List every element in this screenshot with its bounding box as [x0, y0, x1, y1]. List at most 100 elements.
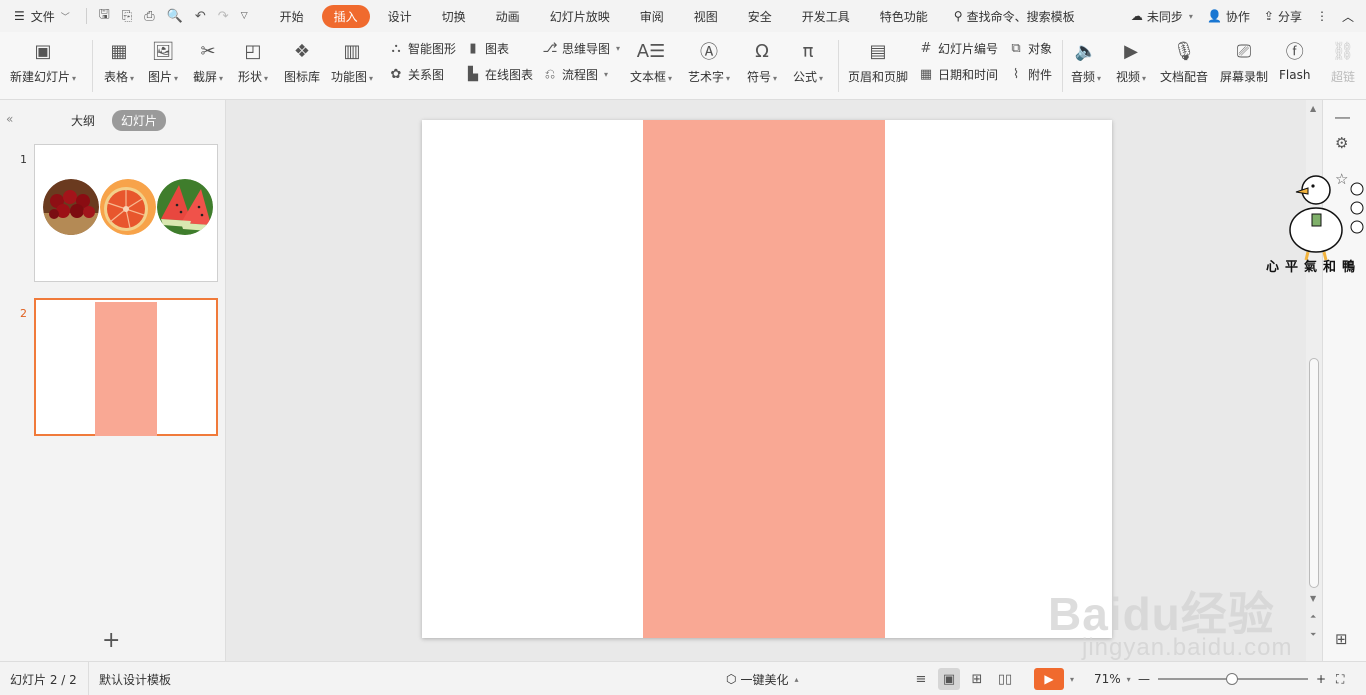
- hamburger-icon: ☰: [14, 9, 25, 23]
- doc-dub-label: 文档配音: [1160, 70, 1209, 84]
- reading-view-icon[interactable]: ▯▯: [994, 668, 1016, 690]
- textbox-button[interactable]: A☰ 文本框 ▾: [630, 32, 672, 85]
- settings-sliders-icon[interactable]: ⚙: [1335, 134, 1348, 152]
- doc-dub-button[interactable]: 🎙 文档配音: [1160, 32, 1208, 85]
- collapse-ribbon-button[interactable]: ︿: [1342, 8, 1354, 25]
- function-chart-button[interactable]: ▥ 功能图 ▾: [331, 32, 373, 85]
- chart-button[interactable]: ▮ 图表: [465, 40, 509, 57]
- audio-button[interactable]: 🔈 音频 ▾: [1071, 32, 1101, 85]
- video-button[interactable]: ▶ 视频 ▾: [1116, 32, 1146, 85]
- table-button[interactable]: ▦ 表格 ▾: [104, 32, 134, 85]
- flowchart-button[interactable]: ⎌ 流程图 ▾: [542, 66, 608, 83]
- object-button[interactable]: ⧉ 对象: [1008, 40, 1052, 57]
- panel-view-tabs: 大纲 幻灯片: [62, 110, 167, 131]
- customize-icon[interactable]: ▽: [241, 11, 248, 21]
- collapse-panel-icon[interactable]: «: [6, 112, 13, 126]
- add-slide-button[interactable]: +: [102, 628, 120, 653]
- function-chart-icon: ▥: [343, 40, 361, 62]
- divider: [85, 8, 87, 24]
- fit-window-button[interactable]: ⛶: [1336, 662, 1344, 695]
- print-preview-icon[interactable]: 🔍: [167, 9, 183, 24]
- next-slide-icon[interactable]: ⏷: [1310, 630, 1316, 640]
- zoom-out-icon[interactable]: —: [1138, 672, 1150, 686]
- play-slideshow-button[interactable]: ▶ ▾: [1034, 662, 1074, 695]
- caret-icon: ▾: [1188, 11, 1193, 21]
- hyperlink-button[interactable]: ⛓ 超链: [1330, 32, 1356, 85]
- shape-button[interactable]: ◰ 形状 ▾: [238, 32, 268, 85]
- symbol-label: 符号: [747, 70, 772, 84]
- more-button[interactable]: ⋮: [1316, 9, 1328, 23]
- textbox-label: 文本框: [630, 70, 667, 84]
- screenshot-label: 截屏: [193, 70, 218, 84]
- header-footer-button[interactable]: ▤ 页眉和页脚: [848, 32, 908, 85]
- command-search[interactable]: ⚲ 查找命令、搜索模板: [954, 8, 1075, 25]
- wordart-icon: Ⓐ: [700, 42, 719, 63]
- tab-slideshow[interactable]: 幻灯片放映: [538, 5, 622, 28]
- tab-review[interactable]: 审阅: [628, 5, 676, 28]
- beautify-button[interactable]: ⬡ 一键美化 ▴: [726, 662, 799, 695]
- slide-number-button[interactable]: # 幻灯片编号: [918, 40, 998, 57]
- scroll-up-icon[interactable]: ▲: [1310, 104, 1316, 113]
- mindmap-button[interactable]: ⎇ 思维导图 ▾: [542, 40, 621, 57]
- picture-button[interactable]: 🖼 图片 ▾: [148, 32, 178, 85]
- sync-button[interactable]: ☁ 未同步 ▾: [1131, 8, 1193, 25]
- new-slide-label: 新建幻灯片: [10, 70, 71, 84]
- datetime-button[interactable]: ▦ 日期和时间: [918, 66, 998, 83]
- screenshot-button[interactable]: ✂ 截屏 ▾: [193, 32, 223, 85]
- notes-icon[interactable]: ≡: [910, 668, 932, 690]
- tab-animations[interactable]: 动画: [484, 5, 532, 28]
- save-icon[interactable]: 🖫: [99, 5, 110, 27]
- zoom-level[interactable]: 71% ▾: [1094, 662, 1131, 695]
- zoom-in-icon[interactable]: +: [1316, 672, 1326, 686]
- online-chart-button[interactable]: ▙ 在线图表: [465, 66, 533, 83]
- tab-insert[interactable]: 插入: [321, 4, 370, 28]
- watermelon-image: [157, 179, 213, 235]
- share-button[interactable]: ⇪ 分享: [1264, 8, 1302, 25]
- tab-transitions[interactable]: 切换: [430, 5, 478, 28]
- scroll-thumb[interactable]: [1309, 358, 1319, 588]
- picture-icon: 🖼: [151, 40, 175, 62]
- header-footer-label: 页眉和页脚: [848, 70, 909, 84]
- file-menu[interactable]: ☰ 文件 ﹀: [0, 8, 80, 25]
- format-painter-icon[interactable]: ⎘: [122, 9, 132, 24]
- zoom-slider-knob[interactable]: [1225, 673, 1238, 685]
- undo-icon[interactable]: ↶: [195, 9, 206, 24]
- grid-icon[interactable]: ⊞: [1335, 630, 1348, 648]
- tab-home[interactable]: 开始: [268, 5, 316, 28]
- file-label: 文件: [30, 9, 55, 24]
- redo-icon[interactable]: ↷: [218, 9, 229, 24]
- tab-outline[interactable]: 大纲: [62, 110, 104, 131]
- collab-button[interactable]: 👤 协作: [1207, 8, 1250, 25]
- scroll-down-icon[interactable]: ▼: [1310, 594, 1316, 603]
- prev-slide-icon[interactable]: ⏶: [1310, 612, 1316, 622]
- normal-view-icon[interactable]: ▣: [938, 668, 960, 690]
- tab-features[interactable]: 特色功能: [868, 5, 940, 28]
- slide-canvas[interactable]: [422, 120, 1112, 638]
- zoom-slider[interactable]: [1158, 673, 1308, 685]
- template-name[interactable]: 默认设计模板: [88, 662, 171, 695]
- tab-slides[interactable]: 幻灯片: [112, 110, 167, 131]
- flash-button[interactable]: ⓕ Flash: [1279, 32, 1310, 82]
- object-icon: ⧉: [1011, 41, 1021, 56]
- tab-view[interactable]: 视图: [682, 5, 730, 28]
- attachment-button[interactable]: ⌇ 附件: [1008, 66, 1052, 83]
- screen-record-button[interactable]: ⎚ 屏幕录制: [1220, 32, 1268, 85]
- relation-chart-button[interactable]: ✿ 关系图: [388, 66, 444, 83]
- status-bar: 幻灯片 2 / 2 默认设计模板 ⬡ 一键美化 ▴ ≡ ▣ ⊞ ▯▯ ▶ ▾ 7…: [0, 661, 1366, 695]
- sorter-view-icon[interactable]: ⊞: [966, 668, 988, 690]
- slide-thumbnail-1[interactable]: [34, 144, 218, 282]
- slide-thumbnail-2[interactable]: [34, 298, 218, 436]
- tab-design[interactable]: 设计: [376, 5, 424, 28]
- panel-handle-icon[interactable]: ―: [1335, 108, 1350, 126]
- tab-developer[interactable]: 开发工具: [790, 5, 862, 28]
- formula-button[interactable]: π 公式 ▾: [793, 32, 823, 85]
- print-icon[interactable]: ⎙: [144, 9, 154, 24]
- new-slide-button[interactable]: ▣ 新建幻灯片 ▾: [10, 32, 76, 85]
- symbol-button[interactable]: Ω 符号 ▾: [747, 32, 777, 85]
- wordart-button[interactable]: Ⓐ 艺术字 ▾: [688, 32, 730, 85]
- mindmap-icon: ⎇: [542, 41, 558, 56]
- icon-library-button[interactable]: ❖ 图标库: [284, 32, 320, 85]
- tab-security[interactable]: 安全: [736, 5, 784, 28]
- smart-graphic-button[interactable]: ⛬ 智能图形: [388, 40, 456, 57]
- rectangle-shape[interactable]: [643, 120, 885, 638]
